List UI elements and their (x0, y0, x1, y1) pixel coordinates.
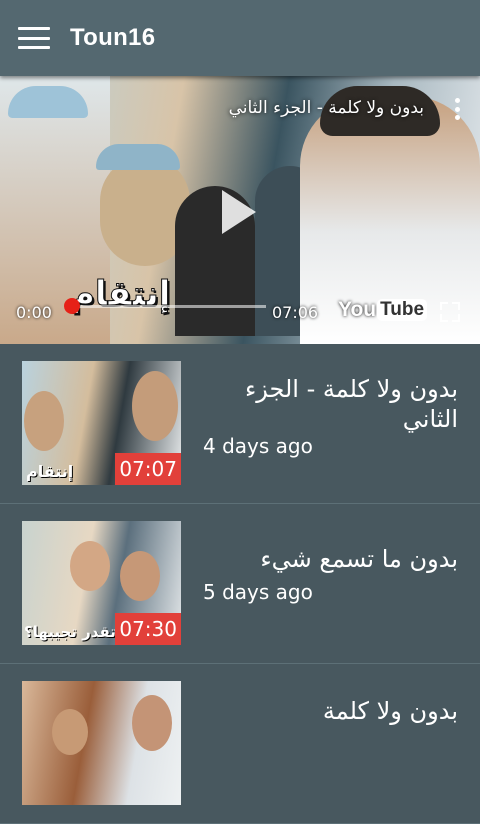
thumb-figure (120, 551, 160, 601)
video-title[interactable]: بدون ولا كلمة - الجزء الثاني (196, 374, 458, 434)
thumb-caption: إنتقام (26, 462, 74, 481)
app-title: Toun16 (70, 24, 156, 51)
list-item[interactable]: بدون ولا كلمة (0, 664, 480, 824)
duration-badge: 07:30 (115, 613, 181, 645)
thumb-figure (132, 695, 172, 751)
video-thumbnail[interactable]: تقدر تجيبها؟ 07:30 (22, 521, 181, 645)
video-age: 5 days ago (203, 580, 313, 604)
thumb-figure (52, 709, 88, 755)
video-duration: 07:06 (272, 303, 319, 322)
menu-icon[interactable] (18, 27, 50, 49)
video-title[interactable]: بدون ولا كلمة (196, 696, 458, 726)
app-bar: Toun16 (0, 0, 480, 76)
thumb-figure (24, 391, 64, 451)
video-thumbnail[interactable]: إنتقام 07:07 (22, 361, 181, 485)
video-overlay-text: إنتقام (69, 274, 171, 315)
video-age: 4 days ago (203, 434, 313, 458)
play-icon[interactable] (222, 190, 256, 234)
video-thumbnail[interactable] (22, 681, 181, 805)
youtube-logo[interactable]: You Tube (338, 298, 428, 322)
more-vert-icon[interactable] (454, 98, 460, 120)
player-video-title: بدون ولا كلمة - الجزء الثاني (228, 98, 424, 118)
seek-bar[interactable] (64, 305, 266, 308)
thumb-figure (70, 541, 110, 591)
scene-cap-2 (96, 144, 180, 170)
video-list: إنتقام 07:07 بدون ولا كلمة - الجزء الثان… (0, 344, 480, 824)
fullscreen-icon[interactable] (440, 302, 460, 322)
thumb-figure (132, 371, 178, 441)
video-player[interactable]: بدون ولا كلمة - الجزء الثاني إنتقام 0:00… (0, 76, 480, 344)
list-item[interactable]: إنتقام 07:07 بدون ولا كلمة - الجزء الثان… (0, 344, 480, 504)
duration-badge: 07:07 (115, 453, 181, 485)
video-title[interactable]: بدون ما تسمع شيء (196, 544, 458, 574)
list-item[interactable]: تقدر تجيبها؟ 07:30 بدون ما تسمع شيء 5 da… (0, 504, 480, 664)
scene-cap (8, 86, 88, 118)
current-time: 0:00 (16, 303, 52, 322)
seek-handle[interactable] (64, 298, 80, 314)
